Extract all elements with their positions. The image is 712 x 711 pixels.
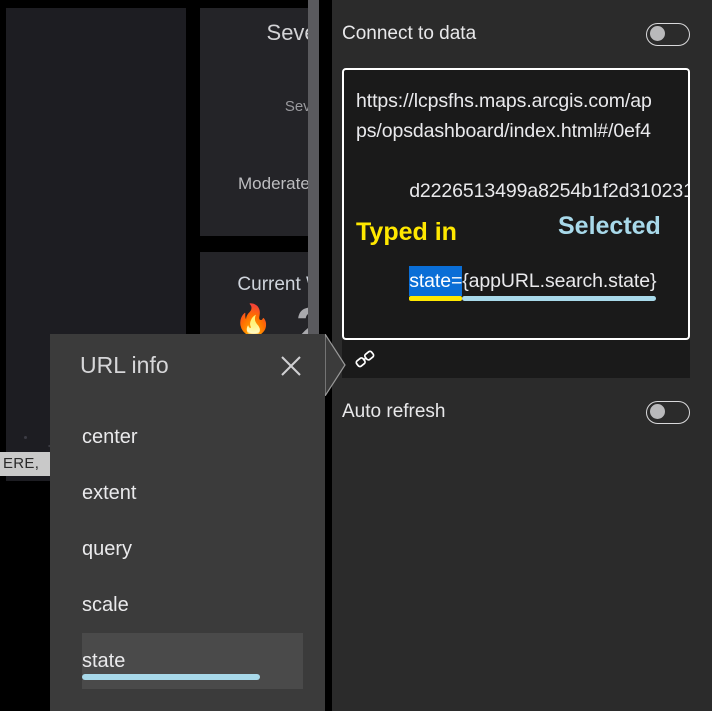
url-info-header: URL info	[50, 334, 325, 379]
toggle-knob	[650, 26, 665, 41]
url-info-item-query[interactable]: query	[50, 521, 325, 577]
url-info-list: center extent query scale state	[50, 409, 325, 689]
map-attribution: ERE,	[0, 452, 52, 476]
url-info-item-extent[interactable]: extent	[50, 465, 325, 521]
callout-pointer	[325, 334, 347, 396]
auto-refresh-toggle[interactable]	[646, 401, 690, 424]
url-info-item-scale[interactable]: scale	[50, 577, 325, 633]
url-line-3-plain: d2226513499a8254b1f2d3102317	[409, 180, 690, 202]
url-editor-wrap: https://lcpsfhs.maps.arcgis.com/ap ps/op…	[332, 68, 712, 340]
url-info-item-state[interactable]: state	[82, 633, 303, 689]
url-input-textarea[interactable]: https://lcpsfhs.maps.arcgis.com/ap ps/op…	[342, 68, 690, 340]
screenshot-root: ERE, Sever Sever Moderate 5 Current W 🔥 …	[0, 0, 712, 711]
url-info-popup: URL info center extent query scale	[50, 334, 325, 711]
connect-to-data-label: Connect to data	[342, 23, 476, 45]
connect-to-data-row: Connect to data	[332, 0, 712, 68]
url-line-1: https://lcpsfhs.maps.arcgis.com/ap	[356, 86, 676, 116]
url-state-expression: {appURL.search.state}	[462, 266, 656, 296]
url-info-item-label: center	[82, 426, 138, 449]
url-toolbar	[342, 340, 690, 378]
close-icon[interactable]	[279, 354, 303, 378]
url-line-4: state={appURL.search.state}	[356, 236, 676, 326]
connect-to-data-toggle[interactable]	[646, 23, 690, 46]
url-info-item-center[interactable]: center	[50, 409, 325, 465]
url-info-item-label: state	[82, 650, 125, 673]
url-info-title: URL info	[80, 352, 169, 379]
url-info-item-label: extent	[82, 482, 136, 505]
fire-emoji-icon: 🔥	[235, 306, 272, 336]
auto-refresh-row: Auto refresh	[332, 378, 712, 446]
url-line-2: ps/opsdashboard/index.html#/0ef4	[356, 116, 676, 146]
map-bottom-bar	[0, 481, 52, 499]
url-info-item-label: query	[82, 538, 132, 561]
auto-refresh-label: Auto refresh	[342, 401, 446, 423]
chain-link-icon[interactable]	[354, 350, 376, 368]
annotation-typed-in: Typed in	[356, 218, 457, 247]
url-state-param-selected: state=	[409, 266, 462, 296]
url-info-item-label: scale	[82, 594, 129, 617]
toggle-knob	[650, 404, 665, 419]
data-settings-panel: Connect to data https://lcpsfhs.maps.arc…	[332, 0, 712, 711]
annotation-selected: Selected	[558, 212, 661, 241]
